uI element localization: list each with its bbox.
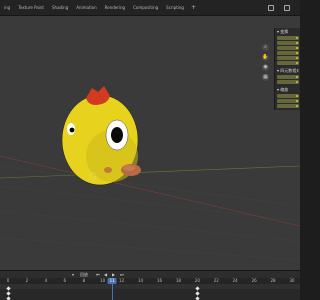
view-layer-icon[interactable]: [284, 5, 290, 11]
frame-tick-label: 22: [213, 278, 219, 283]
chick-model: [61, 86, 141, 186]
scale-z-field[interactable]: [277, 104, 299, 108]
tab-rendering[interactable]: Rendering: [101, 3, 129, 13]
frame-tick-label: 24: [232, 278, 238, 283]
workspace-tab-bar: ing Texture Paint Shading Animation Rend…: [0, 0, 300, 16]
sidebar-n-panel: ▾ 变换 ▾ 四元数相对 ▾ 缩放: [274, 28, 300, 110]
keyframe-marker[interactable]: [5, 296, 11, 300]
frame-tick-label: 14: [137, 278, 144, 283]
timeline-editor[interactable]: ▾ 回放 ⏮ ◀ ▶ ⏭ 0 2 4 6 8 10 12 14 16 18 20 22 24 26 28 30…: [0, 270, 300, 300]
frame-tick-label: 18: [175, 278, 181, 283]
jump-start-icon[interactable]: ⏮: [96, 272, 100, 277]
transform-section: ▾ 变换: [275, 28, 300, 67]
play-icon[interactable]: ▶: [112, 272, 115, 277]
playhead[interactable]: [112, 284, 114, 300]
frame-tick-label: 30: [289, 278, 295, 283]
current-frame-indicator[interactable]: 11: [107, 278, 117, 284]
frame-tick-label: 20: [194, 278, 200, 283]
scene-icon[interactable]: [268, 5, 274, 11]
frame-tick-label: 8: [82, 278, 85, 283]
scale-header[interactable]: ▾ 缩放: [277, 87, 299, 93]
tab-compositing[interactable]: Compositing: [129, 3, 162, 13]
rotation-x-field[interactable]: [277, 56, 299, 60]
frame-tick-label: 2: [25, 278, 29, 283]
zoom-icon[interactable]: ⌕: [262, 44, 269, 51]
play-reverse-icon[interactable]: ◀: [104, 272, 107, 277]
blender-window: ing Texture Paint Shading Animation Rend…: [0, 0, 300, 300]
add-workspace-button[interactable]: +: [188, 3, 199, 13]
frame-tick-label: 6: [63, 278, 67, 283]
tab-texture-paint[interactable]: Texture Paint: [14, 3, 48, 13]
summary-track[interactable]: [0, 284, 300, 289]
grid-view-icon[interactable]: ▦: [262, 74, 269, 81]
timeline-header: [0, 271, 300, 278]
transform-header[interactable]: ▾ 变换: [277, 29, 299, 35]
location-y-field[interactable]: [277, 41, 299, 45]
quaternion-section: ▾ 四元数相对: [275, 67, 300, 86]
location-z-field[interactable]: [277, 46, 299, 50]
quaternion-field-1[interactable]: [277, 75, 299, 79]
frame-tick-label: 28: [270, 278, 276, 283]
tab-modeling[interactable]: ing: [0, 3, 14, 13]
scene-canvas: [0, 86, 300, 261]
3d-viewport[interactable]: ⌕ ✋ ◉ ▦ ▾ 变换 ▾ 四元数相对 ▾ 缩放: [0, 16, 300, 270]
hand-pan-icon[interactable]: ✋: [262, 54, 269, 61]
keyframe-marker[interactable]: [195, 291, 200, 296]
quaternion-header[interactable]: ▾ 四元数相对: [277, 68, 299, 74]
frame-tick-label: 4: [44, 278, 48, 283]
frame-tick-label: 12: [119, 278, 125, 283]
keyframe-marker[interactable]: [195, 296, 200, 300]
scale-y-field[interactable]: [277, 99, 299, 103]
frame-tick-label: 10: [100, 278, 106, 283]
camera-icon[interactable]: ◉: [262, 64, 269, 71]
jump-end-icon[interactable]: ⏭: [120, 272, 124, 277]
rotation-w-field[interactable]: [277, 51, 299, 55]
frame-tick-label: 0: [6, 278, 10, 283]
keyframe-marker[interactable]: [195, 286, 200, 291]
chick-foot: [104, 167, 112, 173]
playback-menu-icon[interactable]: ▾: [72, 272, 74, 277]
tab-scripting[interactable]: Scripting: [162, 3, 188, 13]
scale-x-field[interactable]: [277, 94, 299, 98]
floor-grid: [0, 165, 300, 261]
tab-shading[interactable]: Shading: [48, 3, 72, 13]
frame-tick-label: 26: [251, 278, 257, 283]
scale-section: ▾ 缩放: [275, 86, 300, 110]
quaternion-field-2[interactable]: [277, 80, 299, 84]
tab-animation[interactable]: Animation: [72, 3, 100, 13]
rotation-y-field[interactable]: [277, 61, 299, 65]
location-x-field[interactable]: [277, 36, 299, 40]
frame-tick-label: 16: [156, 278, 162, 283]
